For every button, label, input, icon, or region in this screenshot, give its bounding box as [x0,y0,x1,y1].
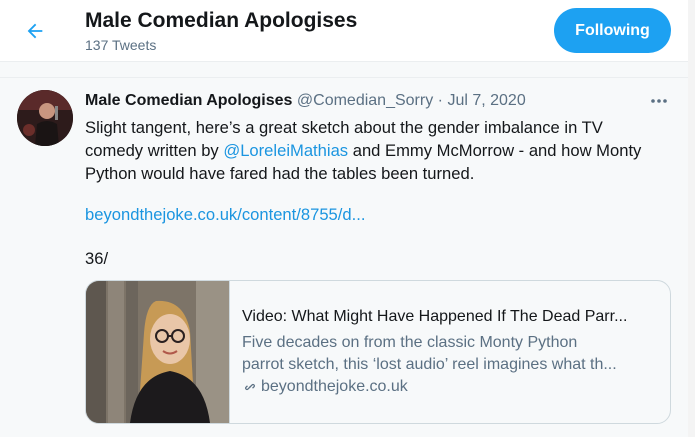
tweet-count: 137 Tweets [85,37,157,53]
profile-header: Male Comedian Apologises 137 Tweets Foll… [0,0,688,62]
separator: · [437,92,443,109]
tweet-date[interactable]: Jul 7, 2020 [447,92,525,109]
card-description-line: parrot sketch, this ‘lost audio’ reel im… [242,356,617,373]
tweet-text-line: comedy written by @LoreleiMathias and Em… [85,139,675,162]
more-button[interactable] [649,91,669,116]
tweet-text-line: Python would have fared had the tables b… [85,164,475,183]
link-icon [245,383,255,391]
card-title: Video: What Might Have Happened If The D… [242,308,628,325]
more-horizontal-icon [651,99,667,103]
back-button[interactable] [18,14,52,48]
arrow-left-icon [27,23,43,39]
link-preview-card[interactable]: Video: What Might Have Happened If The D… [85,280,671,424]
tweet[interactable]: Male Comedian Apologises @Comedian_Sorry… [0,78,688,437]
timeline-gap [0,62,688,78]
avatar[interactable] [17,90,73,146]
tweet-text-segment: comedy written by [85,141,224,160]
profile-title: Male Comedian Apologises [85,9,358,32]
card-domain: beyondthejoke.co.uk [242,378,408,396]
card-domain-text: beyondthejoke.co.uk [261,378,408,395]
author-name[interactable]: Male Comedian Apologises [85,92,292,109]
following-button[interactable]: Following [554,8,671,53]
author-handle[interactable]: @Comedian_Sorry [297,92,433,109]
card-description: Five decades on from the classic Monty P… [242,332,660,376]
tweet-text-segment: and Emmy McMorrow - and how Monty [348,141,642,160]
card-description-line: Five decades on from the classic Monty P… [242,334,578,351]
mention-link[interactable]: @LoreleiMathias [223,141,348,160]
tweet-header: Male Comedian Apologises @Comedian_Sorry… [85,92,526,110]
avatar-image [17,90,73,146]
tweet-url-link[interactable]: beyondthejoke.co.uk/content/8755/d... [85,205,365,225]
scrollbar[interactable] [688,0,695,437]
tweet-text-line: Slight tangent, here’s a great sketch ab… [85,118,603,137]
thread-number: 36/ [85,249,109,268]
tweet-text: Slight tangent, here’s a great sketch ab… [85,116,675,185]
card-thumbnail [86,281,230,423]
